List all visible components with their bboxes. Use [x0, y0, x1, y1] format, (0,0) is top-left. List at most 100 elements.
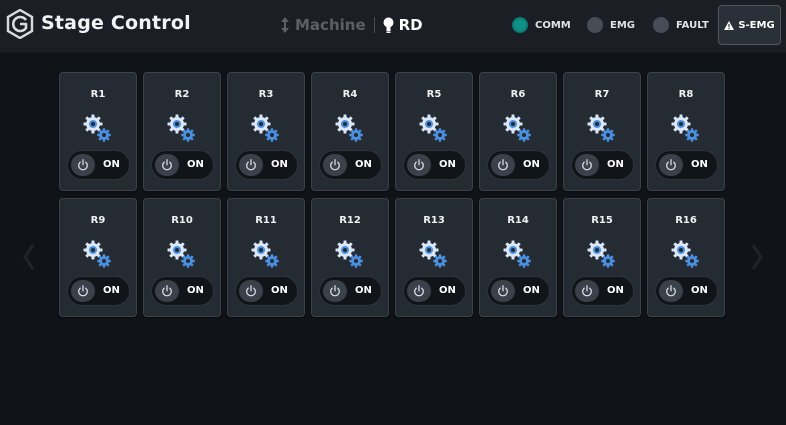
power-icon: [162, 159, 172, 171]
power-icon: [162, 285, 172, 297]
comm-label: COMM: [535, 19, 571, 31]
toggle-knob: [323, 154, 347, 176]
updown-arrow-icon: [281, 17, 289, 33]
power-toggle[interactable]: ON: [235, 150, 298, 180]
gears-icon: [671, 240, 699, 268]
stage-label: R6: [510, 89, 526, 100]
stage-label: R8: [678, 89, 694, 100]
power-toggle[interactable]: ON: [487, 150, 550, 180]
comm-status-dot: [512, 17, 528, 33]
toggle-state-label: ON: [355, 285, 372, 296]
gears-icon: [167, 240, 195, 268]
power-icon: [330, 159, 340, 171]
stage-label: R9: [90, 215, 106, 226]
stage-card-r13: R13 ON: [395, 198, 473, 317]
stage-label: R1: [90, 89, 106, 100]
power-toggle[interactable]: ON: [319, 150, 382, 180]
toggle-state-label: ON: [103, 159, 120, 170]
toggle-knob: [239, 280, 263, 302]
stage-card-r10: R10 ON: [143, 198, 221, 317]
power-toggle[interactable]: ON: [403, 276, 466, 306]
stage-label: R11: [255, 215, 277, 226]
s-emg-label: S-EMG: [738, 19, 775, 31]
chevron-right-icon[interactable]: [750, 242, 764, 272]
stage-card-r2: R2 ON: [143, 72, 221, 191]
power-icon: [498, 285, 508, 297]
toggle-knob: [491, 280, 515, 302]
toggle-knob: [407, 280, 431, 302]
toggle-state-label: ON: [271, 285, 288, 296]
power-icon: [666, 285, 676, 297]
power-icon: [78, 285, 88, 297]
power-icon: [582, 159, 592, 171]
power-icon: [666, 159, 676, 171]
emg-indicator: EMG: [587, 17, 635, 33]
gears-icon: [587, 114, 615, 142]
stage-label: R16: [675, 215, 697, 226]
toggle-knob: [575, 154, 599, 176]
power-toggle[interactable]: ON: [151, 150, 214, 180]
stage-label: R5: [426, 89, 442, 100]
power-toggle[interactable]: ON: [67, 150, 130, 180]
app-title: Stage Control: [41, 12, 191, 34]
stage-label: R4: [342, 89, 358, 100]
power-toggle[interactable]: ON: [571, 276, 634, 306]
power-toggle[interactable]: ON: [487, 276, 550, 306]
stage-grid: R1 ON R2 ON R3 ON R4 ON R5 ON R6 ON R7 O…: [59, 72, 727, 318]
toggle-state-label: ON: [187, 285, 204, 296]
stage-card-r5: R5 ON: [395, 72, 473, 191]
toggle-state-label: ON: [271, 159, 288, 170]
comm-indicator: COMM: [512, 17, 571, 33]
power-toggle[interactable]: ON: [319, 276, 382, 306]
app-logo-icon: [6, 9, 34, 39]
power-toggle[interactable]: ON: [655, 276, 718, 306]
power-toggle[interactable]: ON: [571, 150, 634, 180]
toggle-state-label: ON: [523, 285, 540, 296]
power-icon: [246, 159, 256, 171]
fault-label: FAULT: [676, 19, 709, 31]
power-toggle[interactable]: ON: [235, 276, 298, 306]
power-icon: [330, 285, 340, 297]
stage-card-r14: R14 ON: [479, 198, 557, 317]
toggle-state-label: ON: [439, 159, 456, 170]
mode-machine-label: Machine: [295, 16, 366, 34]
power-icon: [498, 159, 508, 171]
gears-icon: [419, 240, 447, 268]
gears-icon: [83, 240, 111, 268]
power-toggle[interactable]: ON: [151, 276, 214, 306]
top-bar: Stage Control Machine RD COMM EMG FAULT: [0, 0, 786, 53]
power-toggle[interactable]: ON: [403, 150, 466, 180]
toggle-state-label: ON: [607, 285, 624, 296]
stage-card-r7: R7 ON: [563, 72, 641, 191]
mode-machine-button[interactable]: Machine: [280, 16, 366, 34]
toggle-knob: [659, 154, 683, 176]
toggle-state-label: ON: [103, 285, 120, 296]
toggle-knob: [155, 154, 179, 176]
warning-triangle-icon: [724, 20, 735, 30]
power-icon: [246, 285, 256, 297]
power-icon: [414, 285, 424, 297]
toggle-state-label: ON: [187, 159, 204, 170]
power-toggle[interactable]: ON: [67, 276, 130, 306]
power-toggle[interactable]: ON: [655, 150, 718, 180]
stage-label: R13: [423, 215, 445, 226]
stage-label: R10: [171, 215, 193, 226]
power-icon: [78, 159, 88, 171]
mode-rd-button[interactable]: RD: [383, 16, 423, 34]
mode-switch: Machine RD: [280, 15, 423, 35]
toggle-knob: [155, 280, 179, 302]
stage-card-r6: R6 ON: [479, 72, 557, 191]
gears-icon: [251, 114, 279, 142]
fault-indicator: FAULT: [653, 17, 709, 33]
stage-card-r11: R11 ON: [227, 198, 305, 317]
gears-icon: [503, 114, 531, 142]
stage-label: R7: [594, 89, 610, 100]
toggle-knob: [407, 154, 431, 176]
s-emg-button[interactable]: S-EMG: [718, 5, 781, 45]
stage-card-r3: R3 ON: [227, 72, 305, 191]
stage-card-r4: R4 ON: [311, 72, 389, 191]
chevron-left-icon[interactable]: [22, 242, 36, 272]
stage-label: R14: [507, 215, 529, 226]
mode-divider: [373, 17, 375, 33]
toggle-state-label: ON: [439, 285, 456, 296]
